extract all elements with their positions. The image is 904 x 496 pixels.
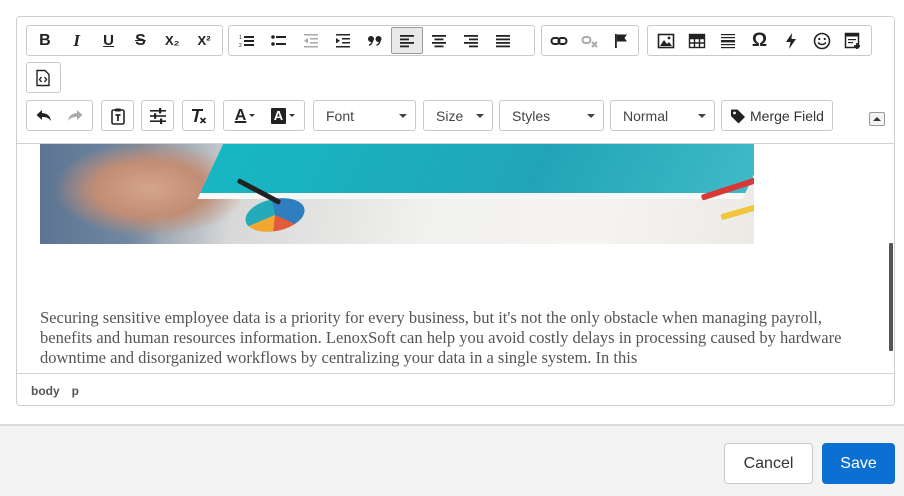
collapse-toolbar-button[interactable]: [869, 112, 885, 126]
svg-text:1: 1: [239, 35, 242, 41]
special-char-icon[interactable]: Ω: [744, 27, 775, 54]
chevron-up-icon: [873, 117, 881, 121]
chevron-down-icon: [399, 114, 407, 118]
content-image: [40, 144, 754, 244]
blockquote-icon[interactable]: [359, 27, 391, 54]
italic-icon[interactable]: I: [61, 27, 93, 54]
content-paragraph[interactable]: Securing sensitive employee data is a pr…: [40, 308, 850, 369]
subscript-icon[interactable]: X₂: [156, 27, 188, 54]
background-color-icon: A: [270, 107, 287, 124]
editor-toolbar: B I U S X₂ X² 12 Ω A A Font Size Styles …: [17, 17, 894, 144]
modal-footer: Cancel Save: [0, 424, 904, 496]
superscript-icon[interactable]: X²: [188, 27, 220, 54]
styles-select[interactable]: Styles: [499, 100, 604, 131]
format-select[interactable]: Normal: [610, 100, 715, 131]
image-icon[interactable]: [650, 27, 681, 54]
format-select-label: Normal: [623, 107, 669, 124]
bulleted-list-icon[interactable]: [263, 27, 295, 54]
svg-text:2: 2: [239, 43, 242, 49]
undo-redo-group: [26, 100, 93, 131]
editor-content[interactable]: Securing sensitive employee data is a pr…: [17, 144, 894, 373]
smiley-icon[interactable]: [806, 27, 837, 54]
remove-format-icon[interactable]: [185, 102, 212, 129]
cancel-button[interactable]: Cancel: [724, 443, 813, 484]
align-right-icon[interactable]: [455, 27, 487, 54]
colors-group: A A: [223, 100, 305, 131]
format-group: [141, 100, 174, 131]
bold-icon[interactable]: B: [29, 27, 61, 54]
size-select-label: Size: [436, 107, 464, 124]
chevron-down-icon: [698, 114, 706, 118]
size-select[interactable]: Size: [423, 100, 493, 131]
chevron-down-icon: [249, 114, 256, 117]
sliders-icon[interactable]: [144, 102, 171, 129]
styles-select-label: Styles: [512, 107, 551, 124]
merge-field-label: Merge Field: [750, 107, 824, 124]
decrease-indent-icon[interactable]: [295, 27, 327, 54]
source-group: [26, 62, 61, 93]
save-button[interactable]: Save: [822, 443, 895, 484]
scrollbar-thumb[interactable]: [889, 243, 893, 351]
redo-icon[interactable]: [60, 102, 91, 129]
remove-format-group: [182, 100, 215, 131]
paste-group: [101, 100, 134, 131]
path-item-p[interactable]: p: [72, 384, 79, 398]
basic-styles-group: B I U S X₂ X²: [26, 25, 223, 56]
flash-icon[interactable]: [775, 27, 806, 54]
chevron-down-icon: [587, 114, 595, 118]
table-icon[interactable]: [681, 27, 712, 54]
links-group: [541, 25, 639, 56]
insert-group: Ω: [647, 25, 872, 56]
align-left-icon[interactable]: [391, 27, 423, 54]
rich-text-editor: B I U S X₂ X² 12 Ω A A Font Size Styles …: [16, 16, 895, 406]
underline-icon[interactable]: U: [93, 27, 125, 54]
strikethrough-icon[interactable]: S: [124, 27, 156, 54]
chevron-down-icon: [476, 114, 484, 118]
link-icon[interactable]: [544, 27, 575, 54]
font-select[interactable]: Font: [313, 100, 416, 131]
align-center-icon[interactable]: [423, 27, 455, 54]
chevron-down-icon: [289, 114, 296, 117]
font-select-label: Font: [326, 107, 355, 124]
source-icon[interactable]: [29, 64, 57, 91]
merge-field-button[interactable]: Merge Field: [721, 100, 833, 131]
horizontal-rule-icon[interactable]: [713, 27, 744, 54]
path-item-body[interactable]: body: [31, 384, 60, 398]
text-color-icon: A: [234, 106, 247, 124]
paste-text-icon[interactable]: [104, 102, 131, 129]
numbered-list-icon[interactable]: 12: [231, 27, 263, 54]
element-path-bar: body p: [17, 373, 894, 405]
unlink-icon[interactable]: [575, 27, 606, 54]
align-justify-icon[interactable]: [487, 27, 519, 54]
background-color-button[interactable]: A: [264, 102, 302, 129]
anchor-flag-icon[interactable]: [605, 27, 636, 54]
template-icon[interactable]: [838, 27, 869, 54]
increase-indent-icon[interactable]: [327, 27, 359, 54]
undo-icon[interactable]: [29, 102, 60, 129]
tag-icon: [731, 109, 745, 123]
text-color-button[interactable]: A: [226, 102, 264, 129]
paragraph-group: 12: [228, 25, 535, 56]
